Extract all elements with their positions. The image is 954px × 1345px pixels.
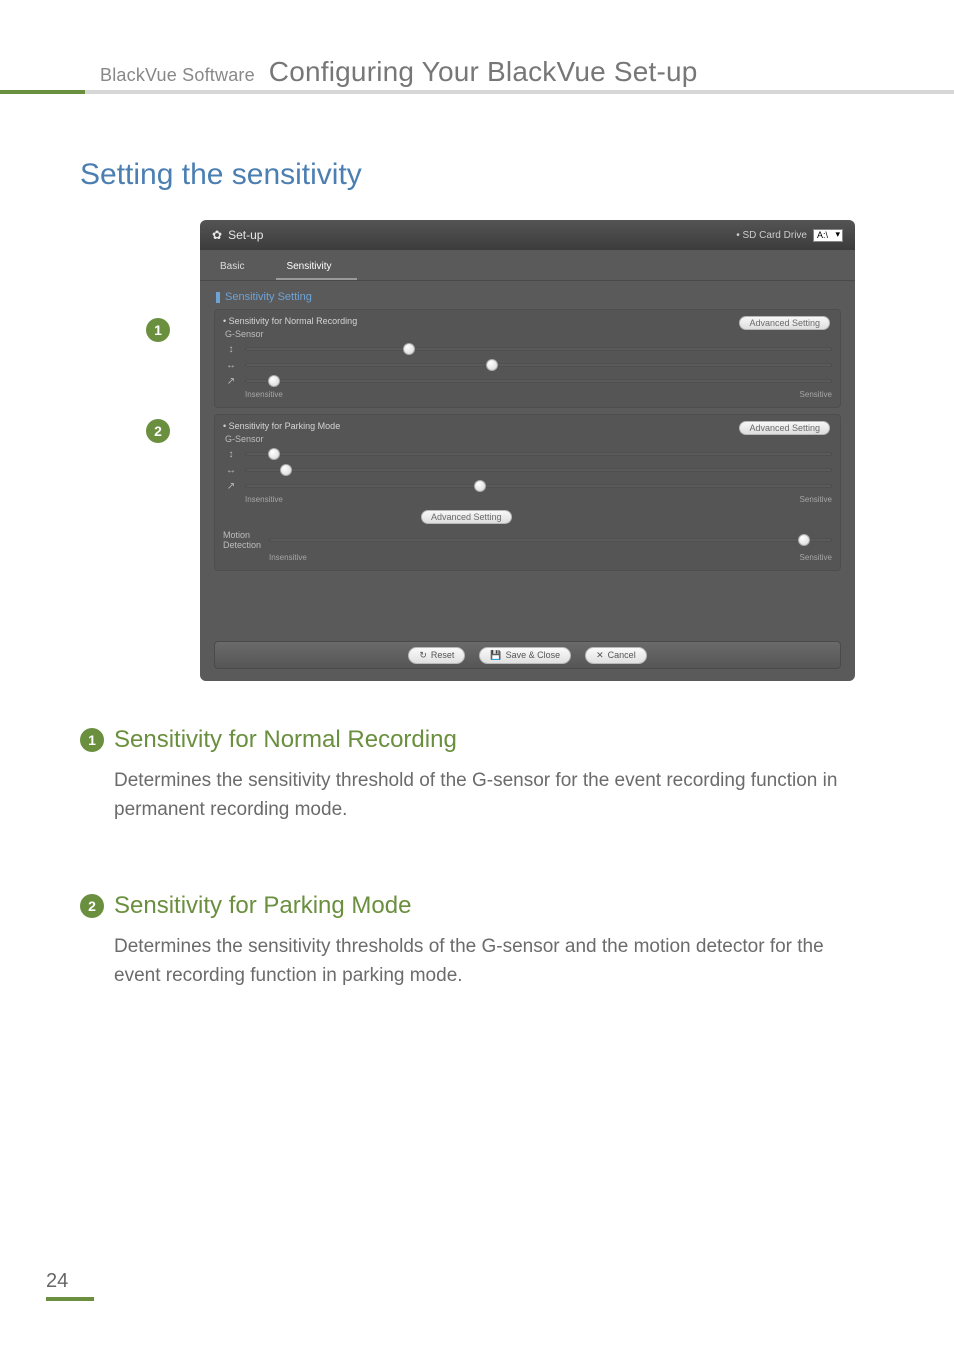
tab-basic[interactable]: Basic — [210, 256, 270, 280]
desc-1: 1 Sensitivity for Normal Recording Deter… — [80, 726, 874, 825]
panel-title: Sensitivity Setting — [200, 281, 855, 309]
page: BlackVue Software Configuring Your Black… — [0, 0, 954, 1345]
updown-icon: ↕ — [223, 449, 239, 460]
leftright-icon: ↔ — [223, 360, 239, 371]
diagonal-icon: ↗ — [223, 481, 239, 492]
motion-detection-label: Motion Detection — [223, 530, 263, 550]
parking-gsensor-label: G-Sensor — [225, 434, 832, 444]
desc-2-body: Determines the sensitivity thresholds of… — [114, 932, 874, 991]
parking-slider-row-1: ↕ — [223, 448, 832, 460]
normal-slider-row-2: ↔ — [223, 359, 832, 371]
parking-scale: Insensitive Sensitive — [245, 495, 832, 504]
sd-drive-area: • SD Card Drive A:\ — [736, 229, 843, 242]
header-large: Configuring Your BlackVue Set-up — [269, 56, 698, 87]
scale-sensitive: Sensitive — [800, 390, 832, 399]
window-title: Set-up — [228, 228, 263, 242]
normal-slider-row-1: ↕ — [223, 343, 832, 355]
desc-2: 2 Sensitivity for Parking Mode Determine… — [80, 892, 874, 991]
motion-slider[interactable] — [269, 534, 832, 546]
setup-window: ✿ Set-up • SD Card Drive A:\ Basic Sensi… — [200, 220, 855, 681]
header-accent — [0, 90, 85, 94]
scale-insensitive: Insensitive — [245, 495, 283, 504]
scale-sensitive: Sensitive — [800, 553, 832, 562]
normal-scale: Insensitive Sensitive — [245, 390, 832, 399]
parking-slider-1[interactable] — [245, 448, 832, 460]
save-close-button[interactable]: 💾Save & Close — [479, 647, 571, 664]
normal-gsensor-label: G-Sensor — [225, 329, 832, 339]
parking-slider-row-3: ↗ — [223, 480, 832, 492]
close-icon: ✕ — [596, 650, 604, 661]
footer-bar: ↻Reset 💾Save & Close ✕Cancel — [214, 641, 841, 669]
page-header: BlackVue Software Configuring Your Black… — [100, 56, 698, 88]
subpanel-parking: • Sensitivity for Parking Mode Advanced … — [214, 414, 841, 571]
parking-slider-3[interactable] — [245, 480, 832, 492]
window-body: Basic Sensitivity Sensitivity Setting • … — [200, 250, 855, 681]
motion-scale: Insensitive Sensitive — [269, 553, 832, 562]
section-title: Setting the sensitivity — [80, 158, 362, 192]
normal-slider-3[interactable] — [245, 375, 832, 387]
reset-icon: ↻ — [419, 650, 427, 661]
desc-1-body: Determines the sensitivity threshold of … — [114, 766, 874, 825]
parking-slider-2[interactable] — [245, 464, 832, 476]
sd-drive-select[interactable]: A:\ — [813, 229, 843, 242]
desc-1-head: 1 Sensitivity for Normal Recording — [80, 726, 874, 754]
page-number: 24 — [46, 1270, 94, 1301]
sd-label: • SD Card Drive — [736, 230, 807, 241]
normal-slider-2[interactable] — [245, 359, 832, 371]
advanced-setting-parking-2[interactable]: Advanced Setting — [421, 510, 512, 524]
header-rule — [0, 90, 954, 94]
desc-1-title: Sensitivity for Normal Recording — [114, 726, 457, 754]
parking-slider-row-2: ↔ — [223, 464, 832, 476]
advanced-setting-normal[interactable]: Advanced Setting — [739, 316, 830, 330]
desc-2-num: 2 — [80, 894, 104, 918]
diagonal-icon: ↗ — [223, 376, 239, 387]
desc-2-head: 2 Sensitivity for Parking Mode — [80, 892, 874, 920]
window-titlebar: ✿ Set-up • SD Card Drive A:\ — [200, 220, 855, 250]
leftright-icon: ↔ — [223, 465, 239, 476]
callout-2: 2 — [146, 419, 170, 443]
scale-sensitive: Sensitive — [800, 495, 832, 504]
normal-slider-row-3: ↗ — [223, 375, 832, 387]
callout-1: 1 — [146, 318, 170, 342]
motion-slider-row: Motion Detection — [223, 530, 832, 550]
tab-sensitivity[interactable]: Sensitivity — [276, 256, 357, 280]
header-small: BlackVue Software — [100, 65, 255, 85]
subpanel-normal: • Sensitivity for Normal Recording Advan… — [214, 309, 841, 408]
tabs: Basic Sensitivity — [200, 250, 855, 281]
desc-2-title: Sensitivity for Parking Mode — [114, 892, 411, 920]
reset-button[interactable]: ↻Reset — [408, 647, 465, 664]
scale-insensitive: Insensitive — [269, 553, 307, 562]
cancel-button[interactable]: ✕Cancel — [585, 647, 647, 664]
save-icon: 💾 — [490, 650, 501, 661]
desc-1-num: 1 — [80, 728, 104, 752]
normal-slider-1[interactable] — [245, 343, 832, 355]
advanced-setting-parking-1[interactable]: Advanced Setting — [739, 421, 830, 435]
gear-icon: ✿ — [212, 228, 222, 242]
scale-insensitive: Insensitive — [245, 390, 283, 399]
updown-icon: ↕ — [223, 344, 239, 355]
